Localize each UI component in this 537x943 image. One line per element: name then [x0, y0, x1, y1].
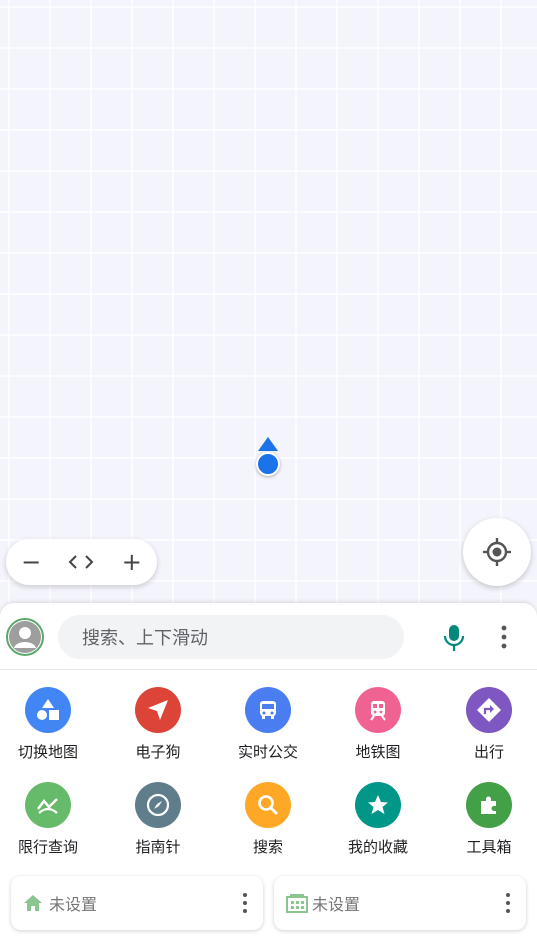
tool-label: 电子狗: [135, 743, 181, 761]
tool-search[interactable]: 搜索: [220, 782, 316, 857]
bottom-sheet[interactable]: 搜索、上下滑动 切换地图 电子狗 实时公交 地铁图 出行 限行查询 指南针 搜索…: [0, 603, 537, 943]
building-icon: [286, 892, 308, 914]
home-card[interactable]: 未设置: [11, 876, 263, 930]
tool-label: 实时公交: [237, 743, 298, 761]
tool-metro-map[interactable]: 地铁图: [330, 687, 426, 762]
trending-icon: [25, 782, 71, 828]
avatar[interactable]: [6, 618, 44, 656]
user-icon: [9, 621, 41, 653]
tool-label: 我的收藏: [347, 838, 408, 856]
search-icon: [245, 782, 291, 828]
star-icon: [355, 782, 401, 828]
turn-right-diamond-icon: [466, 687, 512, 733]
zoom-in-button[interactable]: +: [112, 542, 152, 582]
zoom-out-button[interactable]: −: [11, 542, 51, 582]
work-label: 未设置: [312, 895, 361, 914]
code-icon: [69, 555, 94, 569]
tool-traffic-restriction[interactable]: 限行查询: [0, 782, 96, 857]
tool-label: 搜索: [252, 838, 283, 856]
tool-travel[interactable]: 出行: [441, 687, 537, 762]
tool-realtime-bus[interactable]: 实时公交: [220, 687, 316, 762]
navigation-arrow-icon: [135, 687, 181, 733]
train-icon: [355, 687, 401, 733]
home-icon: [23, 892, 45, 914]
search-input[interactable]: 搜索、上下滑动: [58, 615, 404, 659]
tool-switch-map[interactable]: 切换地图: [0, 687, 96, 762]
current-location-marker: [256, 452, 280, 476]
tool-edog[interactable]: 电子狗: [110, 687, 206, 762]
crosshair-icon: [483, 538, 511, 566]
more-vert-icon[interactable]: [504, 892, 512, 914]
code-toggle-button[interactable]: [61, 542, 101, 582]
tool-favorites[interactable]: 我的收藏: [330, 782, 426, 857]
bus-icon: [245, 687, 291, 733]
tool-label: 地铁图: [355, 743, 401, 761]
compass-icon: [135, 782, 181, 828]
my-location-button[interactable]: [463, 518, 531, 586]
tool-compass[interactable]: 指南针: [110, 782, 206, 857]
tool-label: 工具箱: [466, 838, 512, 856]
work-card[interactable]: 未设置: [274, 876, 526, 930]
microphone-icon[interactable]: [440, 623, 468, 653]
tool-label: 指南针: [135, 838, 181, 856]
heading-arrow-icon: [258, 437, 278, 451]
more-vert-icon[interactable]: [241, 892, 249, 914]
tool-label: 出行: [473, 743, 504, 761]
search-bar: 搜索、上下滑动: [0, 603, 537, 670]
tool-label: 限行查询: [17, 838, 78, 856]
zoom-control: − +: [6, 539, 157, 585]
map-view[interactable]: − +: [0, 0, 537, 603]
tool-toolbox[interactable]: 工具箱: [441, 782, 537, 857]
shapes-icon: [25, 687, 71, 733]
home-label: 未设置: [49, 895, 98, 914]
tool-label: 切换地图: [17, 743, 78, 761]
puzzle-icon: [466, 782, 512, 828]
more-vert-icon[interactable]: [494, 624, 514, 650]
search-placeholder: 搜索、上下滑动: [82, 628, 208, 649]
